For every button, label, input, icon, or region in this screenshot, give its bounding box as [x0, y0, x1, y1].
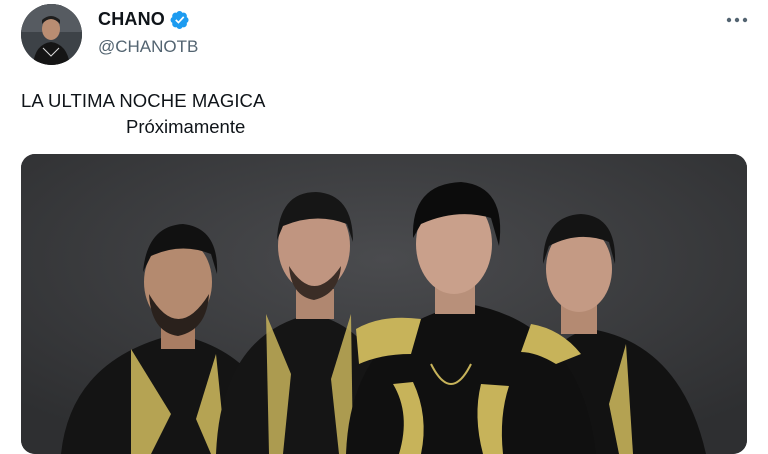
display-name[interactable]: CHANO: [98, 9, 165, 30]
verified-badge-icon: [170, 10, 190, 30]
tweet-text-line1: LA ULTIMA NOCHE MAGICA: [21, 90, 266, 111]
tweet-text-line2: Próximamente: [126, 116, 246, 137]
avatar[interactable]: [21, 4, 82, 65]
author-handle[interactable]: @CHANOTB: [98, 37, 198, 57]
tweet-media-photo[interactable]: [21, 154, 747, 454]
author-name-row[interactable]: CHANO: [98, 9, 190, 30]
avatar-image: [21, 4, 82, 65]
more-horizontal-icon[interactable]: [723, 10, 751, 30]
